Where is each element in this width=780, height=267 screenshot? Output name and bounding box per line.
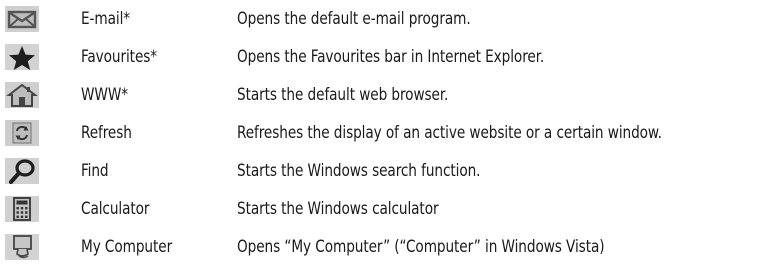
- table-row: Refresh Refreshes the display of an acti…: [0, 114, 780, 152]
- magnifier-icon: [4, 155, 40, 187]
- row-description: Starts the Windows calculator: [237, 199, 439, 218]
- row-description: Refreshes the display of an active websi…: [237, 123, 662, 142]
- row-description: Opens the Favourites bar in Internet Exp…: [237, 47, 545, 66]
- row-label: WWW*: [81, 85, 128, 104]
- calculator-icon: [4, 193, 40, 225]
- table-row: WWW* Starts the default web browser.: [0, 76, 780, 114]
- row-label: Calculator: [81, 199, 150, 218]
- row-label: Find: [81, 161, 109, 180]
- table-row: My Computer Opens “My Computer” (“Comput…: [0, 228, 780, 266]
- row-label: Favourites*: [81, 47, 158, 66]
- house-icon: [4, 79, 40, 111]
- row-label: Refresh: [81, 123, 132, 142]
- row-description: Starts the default web browser.: [237, 85, 449, 104]
- my-computer-icon: [4, 231, 40, 263]
- row-description: Opens “My Computer” (“Computer” in Windo…: [237, 237, 605, 256]
- envelope-icon: [4, 3, 40, 35]
- table-row: Favourites* Opens the Favourites bar in …: [0, 38, 780, 76]
- star-icon: [4, 41, 40, 73]
- refresh-icon: [4, 117, 40, 149]
- row-label: My Computer: [81, 237, 173, 256]
- row-label: E-mail*: [81, 9, 131, 28]
- table-row: Calculator Starts the Windows calculator: [0, 190, 780, 228]
- table-row: E-mail* Opens the default e-mail program…: [0, 0, 780, 38]
- row-description: Opens the default e-mail program.: [237, 9, 471, 28]
- row-description: Starts the Windows search function.: [237, 161, 481, 180]
- table-row: Find Starts the Windows search function.: [0, 152, 780, 190]
